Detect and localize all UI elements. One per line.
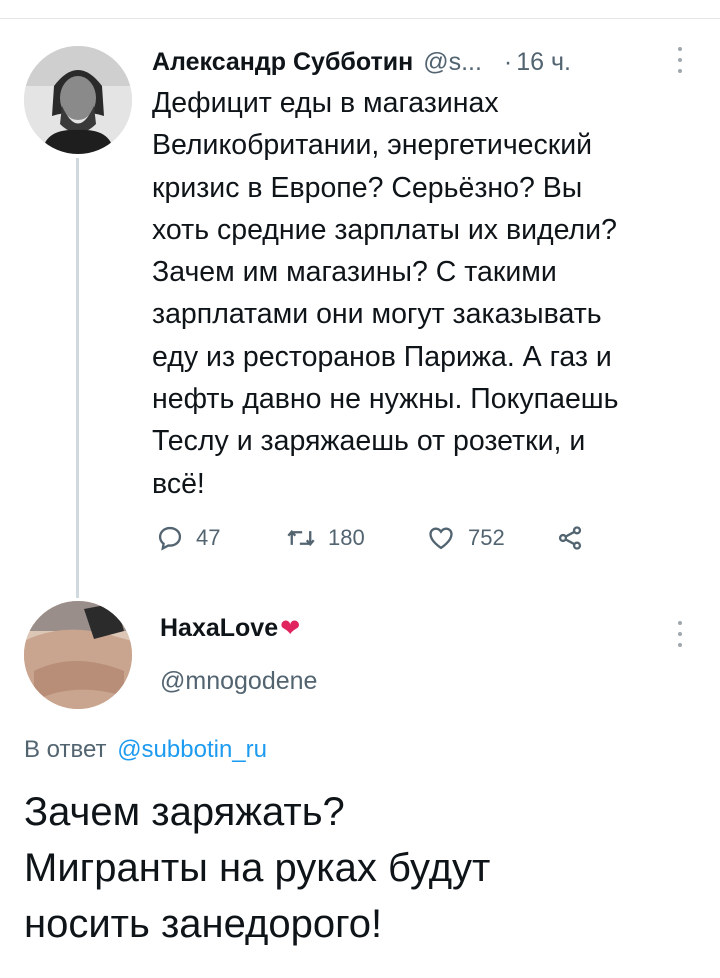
author-name-text: НахаLove — [160, 614, 279, 642]
retweet-button[interactable]: 180 — [286, 524, 426, 552]
tweet-actions: 47 180 752 — [156, 518, 626, 558]
tweet-text: Дефицит еды в магазинах Великобритании, … — [152, 82, 692, 505]
avatar-photo — [24, 46, 132, 154]
reply-icon — [158, 526, 182, 551]
separator-dot: · — [503, 47, 513, 76]
reply-button[interactable]: 47 — [156, 524, 286, 552]
tweet-text-line: нефть давно не нужны. Покупаешь — [152, 383, 619, 416]
heart-emoji-icon: ❤ — [280, 615, 301, 642]
reply-context: В ответ @subbotin_ru — [24, 736, 267, 764]
retweet-icon — [287, 529, 315, 547]
author-name[interactable]: Александр Субботин — [152, 48, 413, 77]
reply-mention-link[interactable]: @subbotin_ru — [117, 736, 267, 763]
share-icon — [558, 526, 582, 550]
tweet-text-line: носить занедорого! — [24, 902, 383, 946]
tweet-text-line: хоть средние зарплаты их видели? — [152, 213, 617, 246]
tweet-text: Зачем заряжать? Мигранты на руках будут … — [24, 784, 704, 952]
like-button[interactable]: 752 — [426, 524, 556, 552]
avatar[interactable] — [24, 46, 132, 154]
author-handle[interactable]: @mnogodene — [160, 667, 317, 696]
heart-icon — [429, 527, 453, 550]
author-handle[interactable]: @s... — [423, 48, 482, 77]
tweet-text-line: кризис в Европе? Серьёзно? Вы — [152, 171, 583, 204]
more-options-icon[interactable] — [672, 618, 688, 650]
retweet-count: 180 — [328, 525, 365, 550]
tweet-time[interactable]: 16 ч. — [516, 48, 571, 77]
more-options-icon[interactable] — [672, 44, 688, 76]
tweet-text-line: Мигранты на руках будут — [24, 846, 491, 890]
like-count: 752 — [468, 525, 505, 550]
tweet-text-line: Зачем им магазины? С такими — [152, 256, 557, 289]
author-name[interactable]: НахаLove ❤ — [160, 614, 300, 643]
top-divider — [0, 18, 720, 19]
thread-line — [76, 158, 79, 598]
tweet-text-line: всё! — [152, 467, 205, 500]
reply-prefix: В ответ — [24, 736, 107, 763]
tweet-text-line: Зачем заряжать? — [24, 790, 345, 834]
tweet-text-line: зарплатами они могут заказывать — [152, 298, 602, 331]
avatar-photo — [24, 601, 132, 709]
share-button[interactable] — [556, 524, 584, 552]
tweet-header: Александр Субботин @s... · 16 ч. — [152, 42, 692, 82]
reply-count: 47 — [196, 525, 221, 550]
tweet-text-line: Великобритании, энергетический — [152, 129, 593, 162]
tweet-text-line: Теслу и заряжаешь от розетки, и — [152, 425, 586, 458]
tweet-text-line: еду из ресторанов Парижа. А газ и — [152, 340, 612, 373]
avatar[interactable] — [24, 601, 132, 709]
tweet-text-line: Дефицит еды в магазинах — [152, 87, 499, 119]
